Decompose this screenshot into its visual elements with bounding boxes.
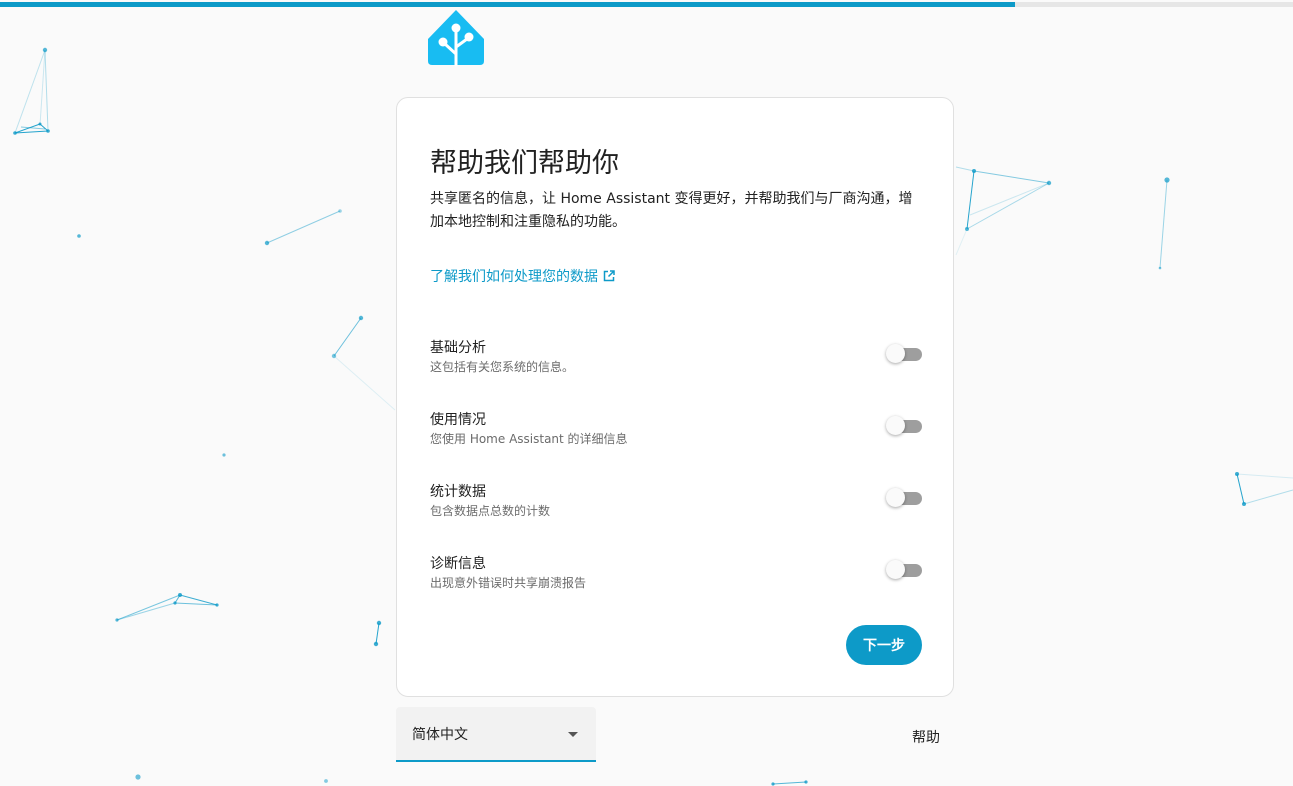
analytics-card: 帮助我们帮助你 共享匿名的信息，让 Home Assistant 变得更好，并帮…: [396, 97, 954, 697]
home-assistant-logo-icon: [428, 10, 484, 67]
language-select-value: 简体中文: [412, 727, 468, 743]
setting-label: 基础分析: [430, 340, 486, 356]
setting-label: 统计数据: [430, 484, 486, 500]
open-in-new-icon: [603, 270, 615, 282]
setting-description: 出现意外错误时共享崩溃报告: [430, 576, 587, 590]
toggle-thumb: [886, 560, 905, 579]
learn-more-link-label: 了解我们如何处理您的数据: [430, 269, 598, 285]
setting-label: 使用情况: [430, 412, 486, 428]
setting-row-usage: 使用情况 您使用 Home Assistant 的详细信息: [430, 410, 924, 450]
setting-row-diagnostics: 诊断信息 出现意外错误时共享崩溃报告: [430, 554, 924, 594]
setting-row-base-analytics: 基础分析 这包括有关您系统的信息。: [430, 338, 924, 378]
toggle-thumb: [886, 416, 905, 435]
toggle-thumb: [886, 488, 905, 507]
language-select[interactable]: 简体中文: [396, 707, 596, 762]
learn-more-link[interactable]: 了解我们如何处理您的数据: [430, 266, 615, 286]
setting-description: 您使用 Home Assistant 的详细信息: [430, 432, 628, 446]
onboarding-page: 帮助我们帮助你 共享匿名的信息，让 Home Assistant 变得更好，并帮…: [0, 0, 1293, 786]
arrow-drop-down-icon: [568, 732, 578, 737]
setting-description: 这包括有关您系统的信息。: [430, 360, 575, 374]
setting-row-statistics: 统计数据 包含数据点总数的计数: [430, 482, 924, 522]
usage-toggle[interactable]: [886, 415, 924, 437]
base-analytics-toggle[interactable]: [886, 343, 924, 365]
next-button[interactable]: 下一步: [846, 625, 922, 665]
setting-label: 诊断信息: [430, 556, 486, 572]
diagnostics-toggle[interactable]: [886, 559, 924, 581]
statistics-toggle[interactable]: [886, 487, 924, 509]
toggle-thumb: [886, 344, 905, 363]
card-description: 共享匿名的信息，让 Home Assistant 变得更好，并帮助我们与厂商沟通…: [430, 191, 913, 230]
help-link[interactable]: 帮助: [912, 727, 940, 747]
setting-description: 包含数据点总数的计数: [430, 504, 551, 518]
card-title: 帮助我们帮助你: [430, 148, 619, 179]
